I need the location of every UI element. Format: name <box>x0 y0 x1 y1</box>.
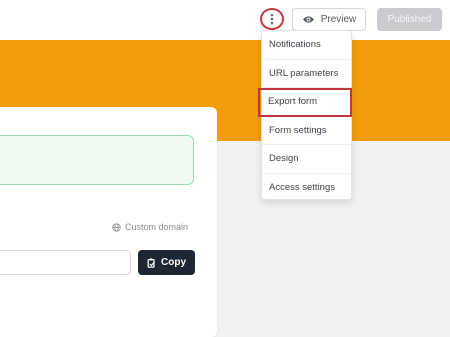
menu-item-label: Notifications <box>269 39 321 51</box>
menu-item-label: Export form <box>268 96 318 108</box>
menu-item-label: Access settings <box>269 182 335 194</box>
published-button[interactable]: Published <box>377 8 442 31</box>
menu-item-export-form[interactable]: Export form <box>258 88 352 117</box>
globe-icon <box>112 222 121 232</box>
preview-label: Preview <box>320 14 357 25</box>
more-options-button[interactable] <box>260 8 284 30</box>
menu-item-label: URL parameters <box>269 67 339 79</box>
success-message-box <box>0 135 194 185</box>
form-link-input[interactable] <box>0 250 131 275</box>
published-label: Published <box>387 14 432 25</box>
copy-button[interactable]: Copy <box>138 250 195 275</box>
menu-item-access-settings[interactable]: Access settings <box>262 174 351 203</box>
menu-item-url-parameters[interactable]: URL parameters <box>262 60 351 88</box>
custom-domain-link[interactable]: Custom domain <box>112 220 188 234</box>
menu-item-notifications[interactable]: Notifications <box>262 31 351 60</box>
copy-label: Copy <box>161 257 186 268</box>
preview-button[interactable]: Preview <box>292 8 366 31</box>
menu-item-design[interactable]: Design <box>262 145 351 174</box>
menu-item-label: Design <box>269 153 299 165</box>
custom-domain-label: Custom domain <box>125 222 189 232</box>
menu-item-form-settings[interactable]: Form settings <box>262 117 351 145</box>
eye-icon <box>302 16 314 23</box>
kebab-vertical-icon <box>270 13 274 25</box>
clipboard-icon <box>147 257 155 268</box>
more-options-menu: Notifications URL parameters Export form… <box>258 30 352 203</box>
menu-item-label: Form settings <box>269 124 327 136</box>
